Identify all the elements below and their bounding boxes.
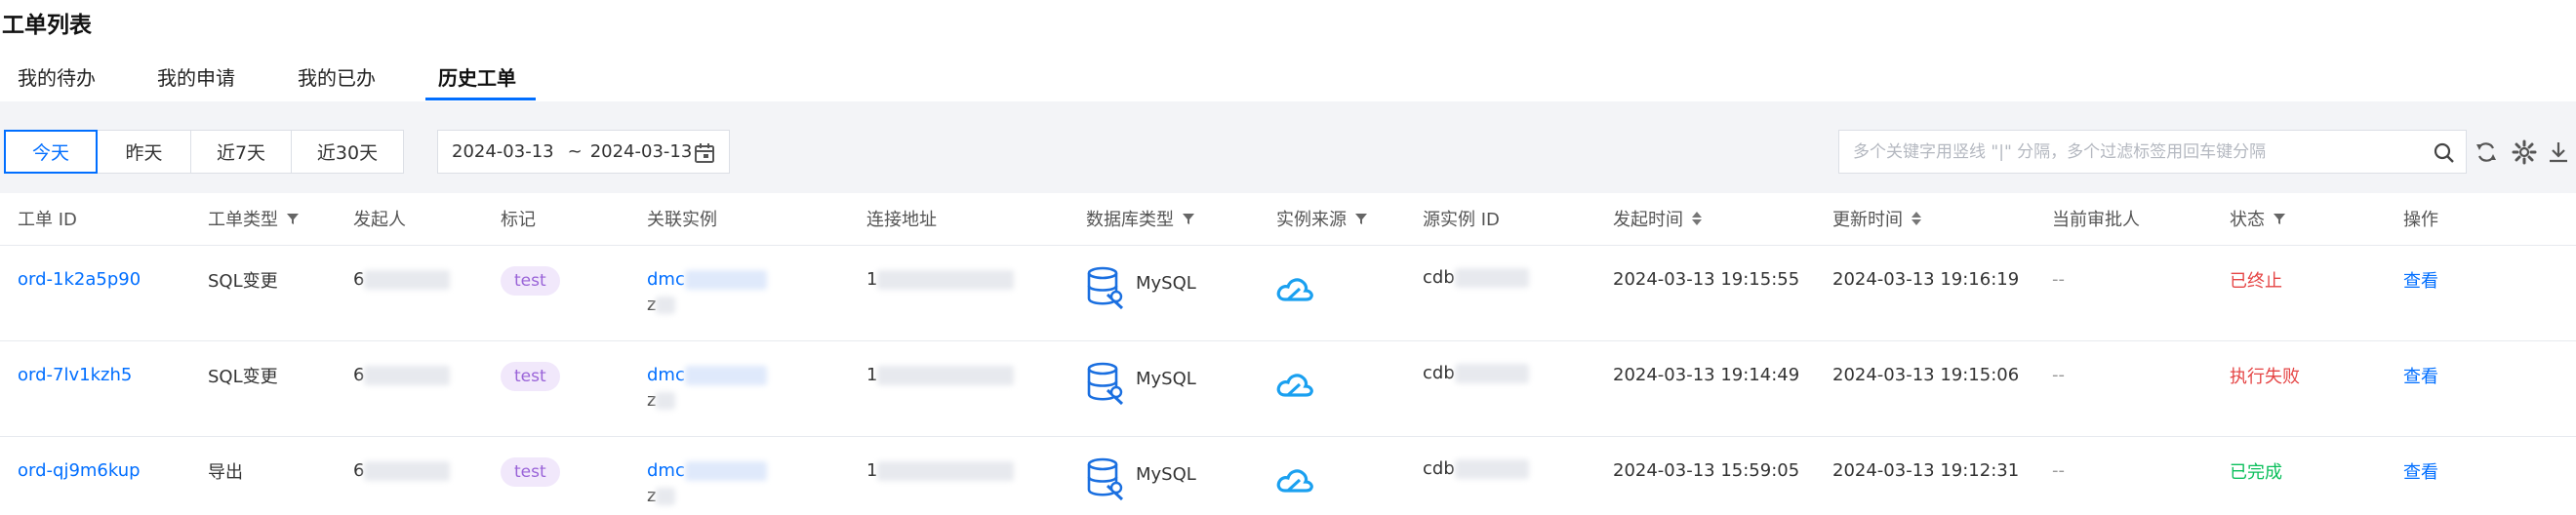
order-id-link[interactable]: ord-qj9m6kup [18, 460, 141, 481]
search-input[interactable] [1839, 131, 2415, 173]
tab-my-done[interactable]: 我的已办 [298, 62, 376, 91]
table-row: ord-qj9m6kup 导出 6 test dmc z 1 MySQL cdb… [0, 437, 2576, 515]
col-tag: 标记 [501, 210, 536, 230]
related-instance-name: z [647, 390, 676, 411]
filter-funnel-icon[interactable] [1182, 212, 1195, 225]
filter-30days-button[interactable]: 近30天 [291, 130, 404, 174]
mysql-database-icon [1087, 266, 1124, 310]
tab-history[interactable]: 历史工单 [438, 62, 516, 91]
filter-today-button[interactable]: 今天 [4, 130, 98, 174]
initiator: 6 [353, 269, 451, 290]
tag-badge: test [501, 457, 560, 487]
updated-time: 2024-03-13 19:15:06 [1832, 365, 2020, 385]
tag-badge: test [501, 266, 560, 296]
current-approver: -- [2052, 460, 2065, 481]
order-id-link[interactable]: ord-1k2a5p90 [18, 269, 141, 290]
db-type-label: MySQL [1136, 464, 1196, 485]
date-start: 2024-03-13 [452, 141, 554, 162]
date-separator: ~ [567, 141, 583, 162]
col-initiator: 发起人 [353, 210, 406, 230]
tencent-cloud-icon [1276, 278, 1313, 301]
col-address: 连接地址 [866, 210, 937, 230]
db-type-label: MySQL [1136, 369, 1196, 389]
col-status: 状态 [2230, 206, 2286, 231]
filter-yesterday-button[interactable]: 昨天 [97, 130, 191, 174]
source-instance-id: cdb [1423, 267, 1529, 288]
related-instance-name: z [647, 295, 676, 315]
col-actions: 操作 [2403, 210, 2438, 230]
calendar-icon[interactable] [694, 142, 715, 164]
status-text: 执行失败 [2230, 367, 2300, 387]
time-filter-group: 今天 昨天 近7天 近30天 [4, 130, 404, 174]
download-icon[interactable] [2547, 139, 2570, 165]
table-header: 工单 ID 工单类型 发起人 标记 关联实例 连接地址 数据库类型 实例来源 源… [0, 193, 2576, 246]
view-link[interactable]: 查看 [2403, 458, 2438, 484]
tab-my-todo[interactable]: 我的待办 [18, 62, 96, 91]
table-row: ord-1k2a5p90 SQL变更 6 test dmc z 1 MySQL … [0, 246, 2576, 341]
active-tab-indicator [425, 98, 536, 100]
col-instance: 关联实例 [647, 210, 717, 230]
page-title: 工单列表 [2, 13, 92, 38]
initiator: 6 [353, 460, 451, 481]
current-approver: -- [2052, 365, 2065, 385]
status-text: 已完成 [2230, 462, 2282, 483]
filter-funnel-icon[interactable] [286, 212, 300, 225]
source-instance-id: cdb [1423, 458, 1529, 479]
table-row: ord-7lv1kzh5 SQL变更 6 test dmc z 1 MySQL … [0, 341, 2576, 437]
updated-time: 2024-03-13 19:16:19 [1832, 269, 2020, 290]
filter-funnel-icon[interactable] [1354, 212, 1368, 225]
mysql-database-icon [1087, 457, 1124, 501]
created-time: 2024-03-13 19:15:55 [1613, 269, 1800, 290]
created-time: 2024-03-13 15:59:05 [1613, 460, 1800, 481]
view-link[interactable]: 查看 [2403, 267, 2438, 293]
current-approver: -- [2052, 269, 2065, 290]
connection-address: 1 [866, 460, 1015, 481]
refresh-icon[interactable] [2474, 139, 2499, 165]
related-instance: dmc [647, 460, 767, 481]
mysql-database-icon [1087, 362, 1124, 406]
related-instance: dmc [647, 269, 767, 290]
connection-address: 1 [866, 365, 1015, 385]
tag-badge: test [501, 362, 560, 391]
connection-address: 1 [866, 269, 1015, 290]
initiator: 6 [353, 365, 451, 385]
order-type: 导出 [208, 462, 243, 483]
date-end: 2024-03-13 [589, 141, 693, 162]
related-instance: dmc [647, 365, 767, 385]
db-type-label: MySQL [1136, 273, 1196, 294]
search-box [1838, 130, 2467, 174]
updated-time: 2024-03-13 19:12:31 [1832, 460, 2020, 481]
col-order-type: 工单类型 [208, 206, 300, 231]
col-source-instance-id: 源实例 ID [1423, 210, 1500, 230]
search-icon[interactable] [2433, 141, 2456, 165]
status-text: 已终止 [2230, 271, 2282, 292]
tencent-cloud-icon [1276, 374, 1313, 397]
tencent-cloud-icon [1276, 469, 1313, 493]
order-id-link[interactable]: ord-7lv1kzh5 [18, 365, 132, 385]
sort-icon[interactable] [1911, 211, 1922, 226]
source-instance-id: cdb [1423, 363, 1529, 383]
related-instance-name: z [647, 486, 676, 506]
col-approver: 当前审批人 [2052, 210, 2140, 230]
view-link[interactable]: 查看 [2403, 363, 2438, 388]
filter-7days-button[interactable]: 近7天 [190, 130, 292, 174]
settings-gear-icon[interactable] [2512, 139, 2537, 165]
work-order-page: 工单列表 我的待办 我的申请 我的已办 历史工单 今天 昨天 近7天 近30天 … [0, 0, 2576, 515]
order-type: SQL变更 [208, 367, 278, 387]
order-type: SQL变更 [208, 271, 278, 292]
col-created-time: 发起时间 [1613, 206, 1703, 231]
col-instance-source: 实例来源 [1276, 206, 1368, 231]
col-updated-time: 更新时间 [1832, 206, 1922, 231]
date-range-picker[interactable]: 2024-03-13 ~ 2024-03-13 [437, 130, 730, 174]
sort-icon[interactable] [1691, 211, 1703, 226]
col-order-id: 工单 ID [18, 210, 77, 230]
col-db-type: 数据库类型 [1086, 206, 1195, 231]
created-time: 2024-03-13 19:14:49 [1613, 365, 1800, 385]
tab-my-applications[interactable]: 我的申请 [157, 62, 235, 91]
filter-funnel-icon[interactable] [2273, 212, 2286, 225]
